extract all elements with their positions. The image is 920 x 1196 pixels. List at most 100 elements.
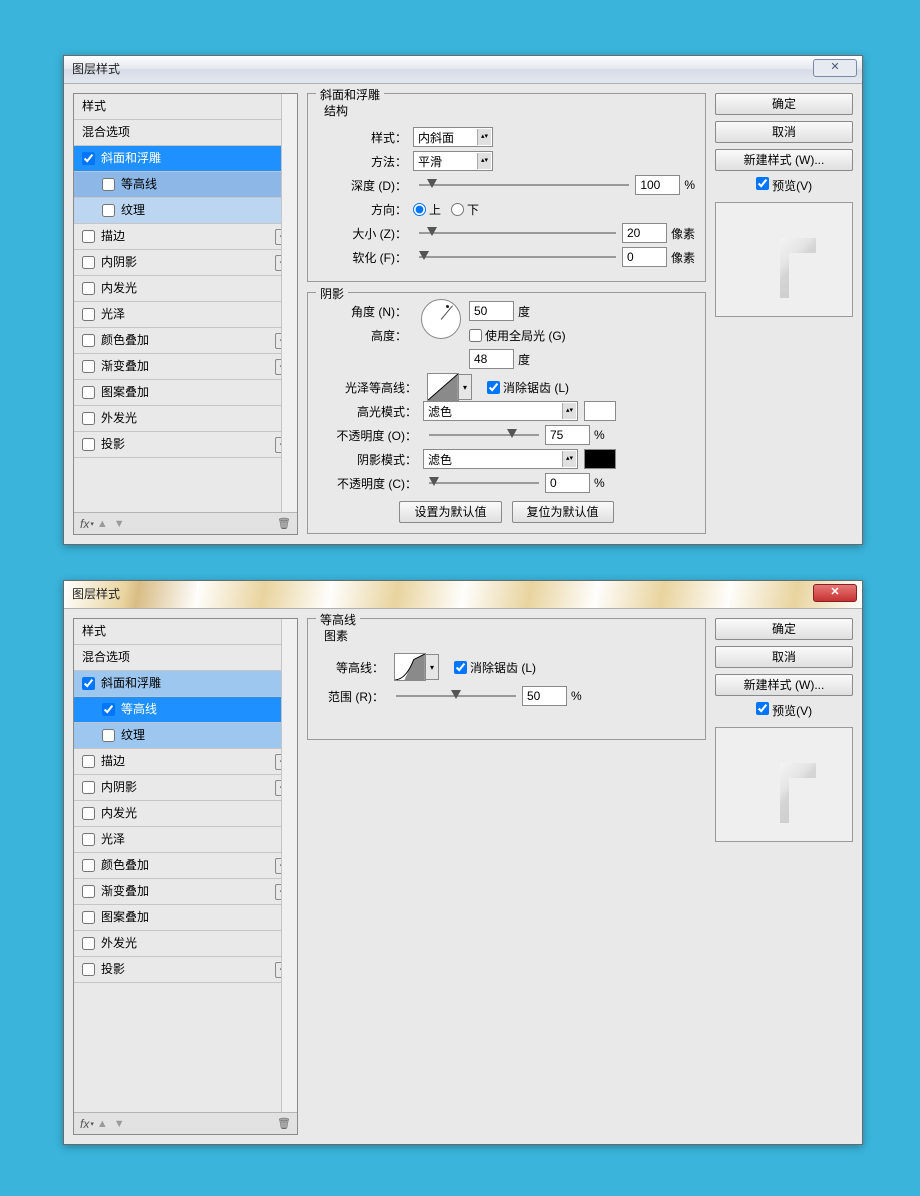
contour-arrow-icon[interactable]: ▾	[458, 374, 472, 400]
style-item-3[interactable]: 描边+	[74, 749, 297, 775]
new-style-button[interactable]: 新建样式 (W)...	[715, 674, 853, 696]
style-checkbox[interactable]	[82, 152, 95, 165]
style-item-7[interactable]: 颜色叠加+	[74, 328, 297, 354]
style-item-11[interactable]: 投影+	[74, 957, 297, 983]
cancel-button[interactable]: 取消	[715, 646, 853, 668]
style-checkbox[interactable]	[102, 729, 115, 742]
arrow-down-icon[interactable]: ▼	[114, 1118, 125, 1130]
arrow-up-icon[interactable]: ▲	[97, 1118, 108, 1130]
style-item-5[interactable]: 内发光	[74, 276, 297, 302]
style-item-1[interactable]: 等高线	[74, 172, 297, 198]
style-item-8[interactable]: 渐变叠加+	[74, 879, 297, 905]
style-item-0[interactable]: 斜面和浮雕	[74, 146, 297, 172]
soften-slider[interactable]	[419, 248, 616, 266]
scrollbar[interactable]	[281, 619, 297, 1112]
scrollbar[interactable]	[281, 94, 297, 512]
style-checkbox[interactable]	[82, 807, 95, 820]
style-item-2[interactable]: 纹理	[74, 723, 297, 749]
style-checkbox[interactable]	[82, 256, 95, 269]
cancel-button[interactable]: 取消	[715, 121, 853, 143]
ok-button[interactable]: 确定	[715, 618, 853, 640]
trash-icon[interactable]: 🗑	[277, 517, 291, 530]
style-checkbox[interactable]	[82, 412, 95, 425]
style-checkbox[interactable]	[82, 360, 95, 373]
style-checkbox[interactable]	[82, 859, 95, 872]
style-checkbox[interactable]	[82, 282, 95, 295]
method-select[interactable]: 平滑▴▾	[413, 151, 493, 171]
styles-header[interactable]: 样式	[74, 619, 297, 645]
style-checkbox[interactable]	[82, 308, 95, 321]
style-checkbox[interactable]	[102, 204, 115, 217]
style-checkbox[interactable]	[82, 438, 95, 451]
fx-icon[interactable]: fx	[80, 517, 89, 531]
antialias-checkbox[interactable]: 消除锯齿 (L)	[487, 379, 569, 396]
style-checkbox[interactable]	[82, 781, 95, 794]
preview-checkbox[interactable]: 预览(V)	[715, 702, 853, 719]
blend-options-header[interactable]: 混合选项	[74, 120, 297, 146]
titlebar[interactable]: 图层样式 ✕	[64, 56, 862, 84]
size-input[interactable]: 20	[622, 223, 667, 243]
style-item-9[interactable]: 图案叠加	[74, 380, 297, 406]
style-item-0[interactable]: 斜面和浮雕	[74, 671, 297, 697]
blend-options-header[interactable]: 混合选项	[74, 645, 297, 671]
style-checkbox[interactable]	[102, 178, 115, 191]
style-checkbox[interactable]	[82, 677, 95, 690]
range-slider[interactable]	[396, 687, 516, 705]
style-item-4[interactable]: 内阴影+	[74, 250, 297, 276]
highlight-mode-select[interactable]: 滤色▴▾	[423, 401, 578, 421]
global-light-checkbox[interactable]: 使用全局光 (G)	[469, 327, 566, 344]
style-checkbox[interactable]	[82, 833, 95, 846]
antialias-checkbox[interactable]: 消除锯齿 (L)	[454, 659, 536, 676]
shadow-color[interactable]	[584, 449, 616, 469]
ok-button[interactable]: 确定	[715, 93, 853, 115]
style-checkbox[interactable]	[82, 963, 95, 976]
shadow-opacity-input[interactable]: 0	[545, 473, 590, 493]
highlight-opacity-input[interactable]: 75	[545, 425, 590, 445]
style-item-11[interactable]: 投影+	[74, 432, 297, 458]
preview-checkbox[interactable]: 预览(V)	[715, 177, 853, 194]
style-item-6[interactable]: 光泽	[74, 302, 297, 328]
style-item-6[interactable]: 光泽	[74, 827, 297, 853]
depth-slider[interactable]	[419, 176, 629, 194]
dir-down-radio[interactable]: 下	[451, 201, 479, 218]
highlight-opacity-slider[interactable]	[429, 426, 539, 444]
style-item-1[interactable]: 等高线	[74, 697, 297, 723]
close-button[interactable]: ✕	[813, 59, 857, 77]
angle-dial[interactable]	[421, 299, 461, 339]
style-item-4[interactable]: 内阴影+	[74, 775, 297, 801]
depth-input[interactable]: 100	[635, 175, 680, 195]
style-select[interactable]: 内斜面▴▾	[413, 127, 493, 147]
reset-default-button[interactable]: 复位为默认值	[512, 501, 614, 523]
contour-arrow-icon[interactable]: ▾	[425, 654, 439, 680]
style-item-10[interactable]: 外发光	[74, 406, 297, 432]
dir-up-radio[interactable]: 上	[413, 201, 441, 218]
style-checkbox[interactable]	[82, 755, 95, 768]
gloss-contour[interactable]: ▾	[427, 373, 459, 401]
style-checkbox[interactable]	[82, 386, 95, 399]
style-checkbox[interactable]	[82, 885, 95, 898]
fx-icon[interactable]: fx	[80, 1117, 89, 1131]
style-checkbox[interactable]	[82, 230, 95, 243]
highlight-color[interactable]	[584, 401, 616, 421]
style-checkbox[interactable]	[102, 703, 115, 716]
titlebar[interactable]: 图层样式 ✕	[64, 581, 862, 609]
close-button[interactable]: ✕	[813, 584, 857, 602]
size-slider[interactable]	[419, 224, 616, 242]
make-default-button[interactable]: 设置为默认值	[399, 501, 501, 523]
style-item-2[interactable]: 纹理	[74, 198, 297, 224]
style-checkbox[interactable]	[82, 937, 95, 950]
trash-icon[interactable]: 🗑	[277, 1117, 291, 1130]
style-item-8[interactable]: 渐变叠加+	[74, 354, 297, 380]
arrow-up-icon[interactable]: ▲	[97, 518, 108, 530]
style-item-7[interactable]: 颜色叠加+	[74, 853, 297, 879]
arrow-down-icon[interactable]: ▼	[114, 518, 125, 530]
shadow-opacity-slider[interactable]	[429, 474, 539, 492]
angle-input[interactable]: 50	[469, 301, 514, 321]
style-checkbox[interactable]	[82, 911, 95, 924]
styles-header[interactable]: 样式	[74, 94, 297, 120]
shadow-mode-select[interactable]: 滤色▴▾	[423, 449, 578, 469]
style-item-10[interactable]: 外发光	[74, 931, 297, 957]
style-checkbox[interactable]	[82, 334, 95, 347]
style-item-9[interactable]: 图案叠加	[74, 905, 297, 931]
range-input[interactable]: 50	[522, 686, 567, 706]
